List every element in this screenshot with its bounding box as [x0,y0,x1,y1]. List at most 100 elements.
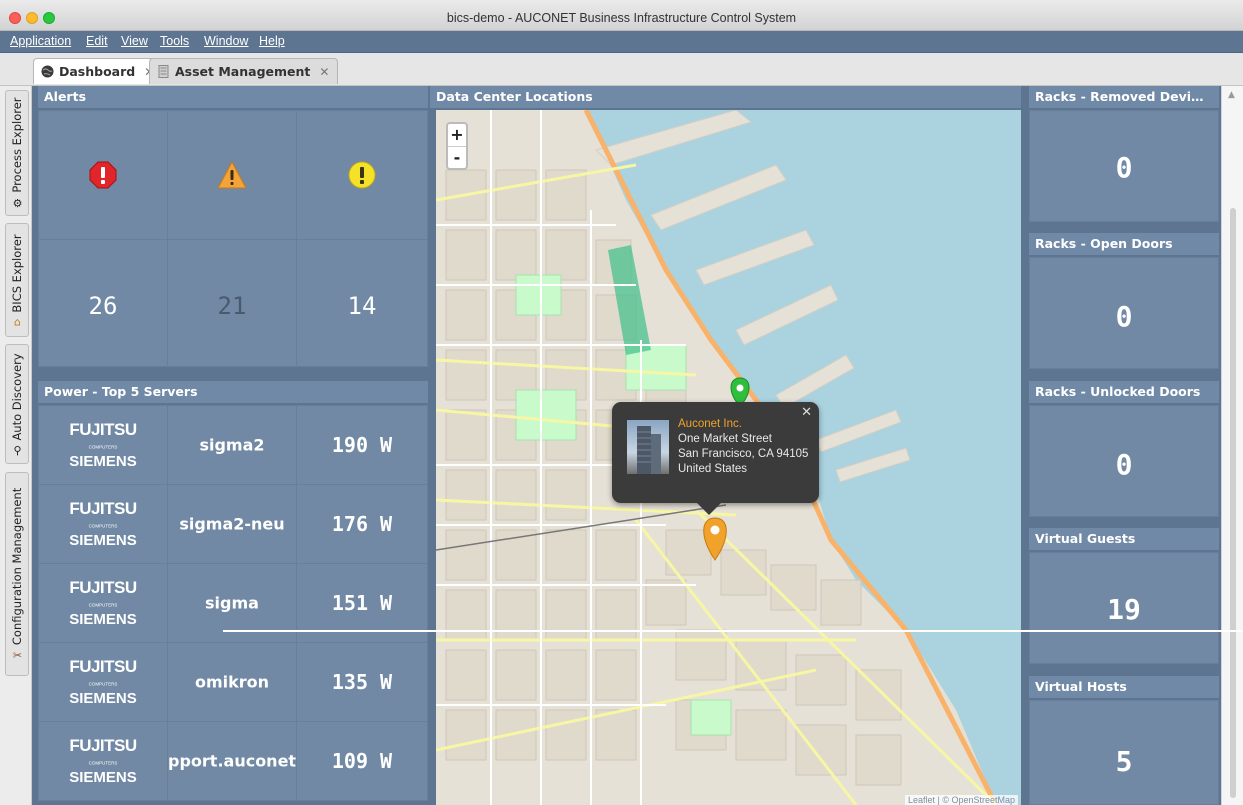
warning-alert-icon [217,161,247,189]
server-power-value: 190 W [331,433,393,457]
metric-tile-unlocked-doors[interactable]: 0 [1029,405,1219,517]
metric-tile-open-doors[interactable]: 0 [1029,257,1219,369]
power-title: Power - Top 5 Servers [38,381,428,403]
metric-tile-virtual-hosts[interactable]: 5 [1029,700,1219,805]
building-thumbnail [627,420,669,474]
server-power-value: 135 W [331,670,393,694]
metric-title-removed-devices: Racks - Removed Devi… [1029,86,1219,108]
warning-count-tile[interactable]: 21 [167,239,297,367]
side-tab-label: Configuration Management [10,487,24,646]
scroll-up-icon[interactable]: ▲ [1228,90,1235,100]
window-title: bics-demo - AUCONET Business Infrastruct… [446,11,797,25]
server-brand-tile[interactable]: FUJITSU COMPUTERS SIEMENS [38,405,168,485]
zoom-out-button[interactable]: - [448,146,466,168]
menu-help[interactable]: Help [259,34,285,48]
popup-company[interactable]: Auconet Inc. [678,418,742,430]
menu-edit[interactable]: Edit [86,34,108,48]
info-count-tile[interactable]: 14 [296,239,428,367]
magnifier-icon: ⚲ [12,444,22,458]
map-zoom-control: + - [446,122,468,170]
metric-value: 0 [1115,300,1133,333]
server-power-value: 151 W [331,591,393,615]
popup-city: San Francisco, CA 94105 [678,448,809,460]
warning-alert-tile[interactable] [167,110,297,240]
server-name-tile[interactable]: omikron [167,642,297,722]
metric-tile-removed-devices[interactable]: 0 [1029,110,1219,222]
fujitsu-siemens-logo: FUJITSU COMPUTERS SIEMENS [69,578,137,628]
popup-close-icon[interactable]: ✕ [801,405,812,420]
metric-value: 0 [1115,151,1133,184]
metric-tile-virtual-guests[interactable]: 19 [1029,552,1219,664]
server-brand-tile[interactable]: FUJITSU COMPUTERS SIEMENS [38,721,168,801]
fujitsu-siemens-logo: FUJITSU COMPUTERS SIEMENS [69,736,137,786]
server-brand-tile[interactable]: FUJITSU COMPUTERS SIEMENS [38,563,168,643]
critical-alert-tile[interactable] [38,110,168,240]
side-tab-label: BICS Explorer [10,234,24,313]
server-power-tile[interactable]: 176 W [296,484,428,564]
info-alert-icon [348,161,376,189]
server-name: pport.auconet.cc [168,751,296,771]
tab-dashboard[interactable]: Dashboard ✕ [33,58,164,84]
fujitsu-siemens-logo: FUJITSU COMPUTERS SIEMENS [69,420,137,470]
server-name: sigma [205,593,259,613]
server-power-tile[interactable]: 109 W [296,721,428,801]
scrollbar-thumb[interactable] [1230,208,1236,798]
map-attribution[interactable]: Leaflet | © OpenStreetMap [904,795,1018,805]
map-title: Data Center Locations [430,86,1021,108]
zoom-in-button[interactable]: + [448,124,466,146]
side-tab-bics-explorer[interactable]: ⌂ BICS Explorer [5,223,29,337]
popup-country: United States [678,463,748,475]
server-power-value: 109 W [331,749,393,773]
metric-title-virtual-hosts: Virtual Hosts [1029,676,1219,698]
metric-title-virtual-guests: Virtual Guests [1029,528,1219,550]
metric-value: 19 [1107,593,1141,626]
metric-value: 5 [1115,745,1133,778]
tab-asset-management[interactable]: Asset Management ✕ [149,58,339,84]
globe-icon [41,65,54,78]
menu-bar: Application Edit View Tools Window Help [0,31,1243,53]
server-name: omikron [194,672,270,692]
server-power-tile[interactable]: 135 W [296,642,428,722]
alerts-title: Alerts [38,86,428,108]
menu-view[interactable]: View [121,34,148,48]
dashboard-scrollbar[interactable]: ▲ [1221,86,1243,805]
server-power-tile[interactable]: 190 W [296,405,428,485]
side-tab-auto-discovery[interactable]: ⚲ Auto Discovery [5,344,29,464]
metric-value: 0 [1115,448,1133,481]
server-brand-tile[interactable]: FUJITSU COMPUTERS SIEMENS [38,484,168,564]
fujitsu-siemens-logo: FUJITSU COMPUTERS SIEMENS [69,499,137,549]
home-icon: ⌂ [13,315,21,329]
gear-icon: ⚙ [12,197,22,211]
tools-icon: ✂ [12,649,22,663]
server-name-tile[interactable]: sigma2-neu [167,484,297,564]
server-name-tile[interactable]: sigma2 [167,405,297,485]
tab-asset-management-label: Asset Management [175,64,311,79]
server-name-tile[interactable]: pport.auconet.cc [167,721,297,801]
side-tab-label: Auto Discovery [10,353,24,441]
server-power-value: 176 W [331,512,393,536]
side-tab-configuration-management[interactable]: ✂ Configuration Management [5,472,29,676]
rack-icon [158,65,169,78]
metric-title-open-doors: Racks - Open Doors [1029,233,1219,255]
menu-tools[interactable]: Tools [160,34,189,48]
info-alert-tile[interactable] [296,110,428,240]
warning-count: 21 [217,292,247,320]
editor-tab-strip: Dashboard ✕ Asset Management ✕ ◂ ▸ ▪ ▫ [0,53,1243,133]
menu-application[interactable]: Application [10,34,71,48]
side-tab-bar: ⚙ Process Explorer ⌂ BICS Explorer ⚲ Auto D… [0,86,32,805]
side-tab-process-explorer[interactable]: ⚙ Process Explorer [5,90,29,216]
popup-tip [697,503,721,515]
metric-title-unlocked-doors: Racks - Unlocked Doors [1029,381,1219,403]
server-name: sigma2 [199,435,265,455]
critical-count-tile[interactable]: 26 [38,239,168,367]
critical-count: 26 [88,292,118,320]
data-center-map[interactable]: + - ✕ Auconet Inc. One Market Street San… [436,110,1021,805]
menu-window[interactable]: Window [204,34,248,48]
popup-street: One Market Street [678,433,772,445]
server-brand-tile[interactable]: FUJITSU COMPUTERS SIEMENS [38,642,168,722]
close-icon[interactable]: ✕ [319,65,329,79]
window-titlebar: bics-demo - AUCONET Business Infrastruct… [0,0,1243,31]
side-tab-label: Process Explorer [10,97,24,193]
info-count: 14 [347,292,377,320]
server-name: sigma2-neu [179,514,285,534]
